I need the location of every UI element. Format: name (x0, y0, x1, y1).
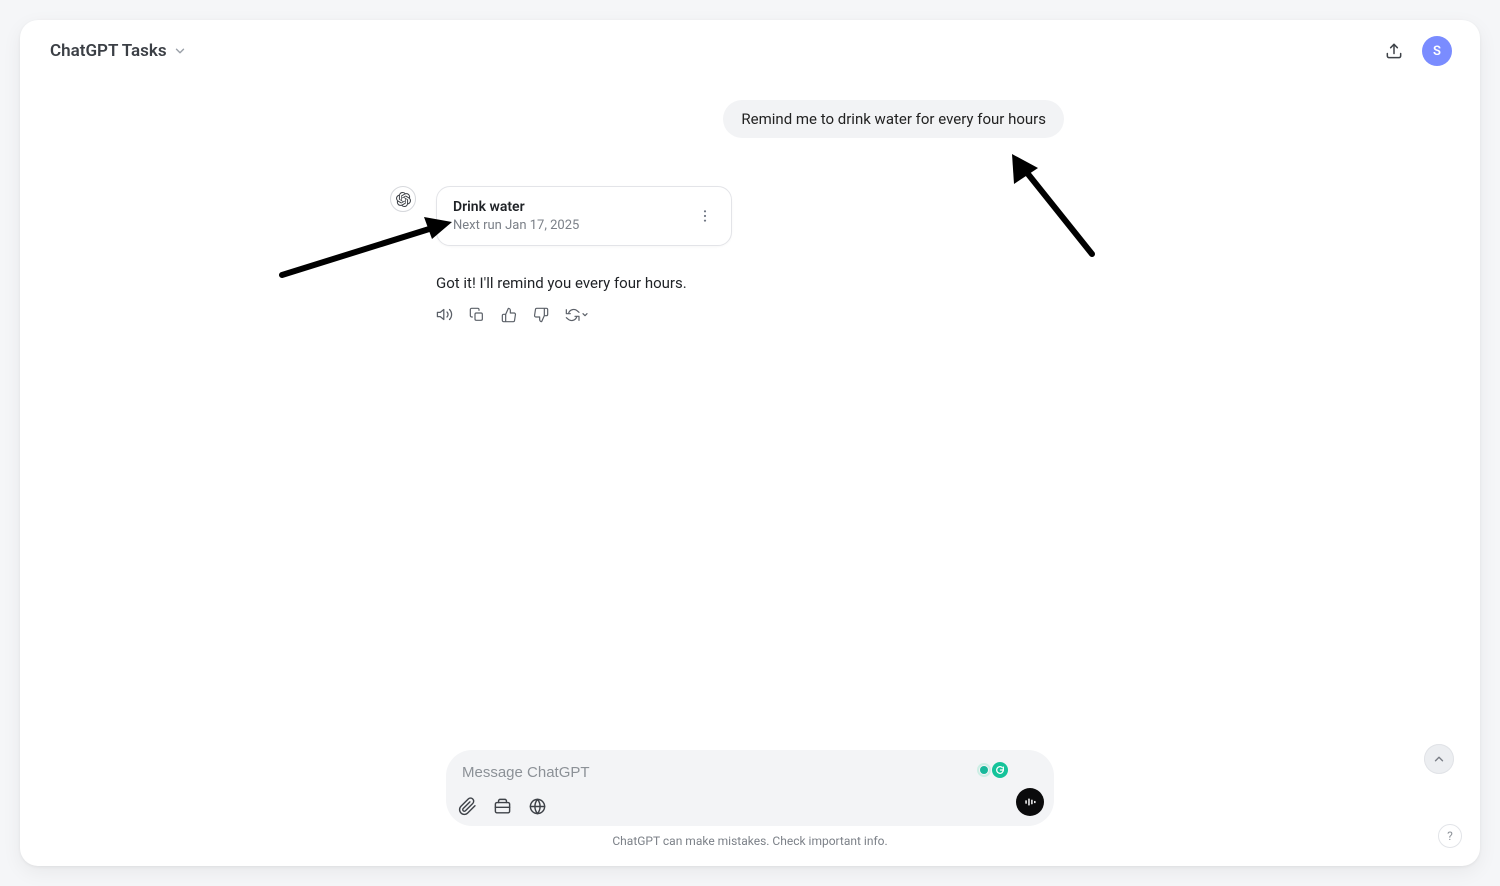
disclaimer-text: ChatGPT can make mistakes. Check importa… (612, 834, 887, 848)
kebab-icon[interactable] (695, 204, 715, 228)
share-icon[interactable] (1384, 41, 1404, 61)
assistant-message-text: Got it! I'll remind you every four hours… (436, 274, 1064, 292)
composer[interactable] (446, 750, 1054, 826)
message-input[interactable] (462, 762, 924, 783)
app-shell: ChatGPT Tasks S (20, 20, 1480, 866)
model-switcher[interactable]: ChatGPT Tasks (48, 35, 189, 67)
header-actions: S (1384, 36, 1452, 66)
header: ChatGPT Tasks S (20, 20, 1480, 82)
regenerate-icon[interactable] (565, 306, 589, 323)
composer-tools (458, 797, 547, 816)
user-message-row: Remind me to drink water for every four … (436, 100, 1064, 138)
task-card-text: Drink water Next run Jan 17, 2025 (453, 199, 579, 233)
message-actions (436, 306, 1064, 323)
chat-area: Remind me to drink water for every four … (20, 90, 1480, 746)
avatar-letter: S (1433, 44, 1441, 59)
chevron-down-icon (173, 44, 187, 58)
model-name: ChatGPT Tasks (50, 41, 167, 61)
user-message-text: Remind me to drink water for every four … (741, 110, 1046, 128)
thumbs-up-icon[interactable] (501, 306, 517, 323)
task-card[interactable]: Drink water Next run Jan 17, 2025 (436, 186, 732, 246)
avatar[interactable]: S (1422, 36, 1452, 66)
task-title: Drink water (453, 199, 579, 215)
tools-icon[interactable] (493, 797, 512, 816)
status-dot-icon (980, 766, 988, 774)
thumbs-down-icon[interactable] (533, 306, 549, 323)
assistant-message-row: Drink water Next run Jan 17, 2025 Got it… (390, 186, 1064, 323)
task-subtitle: Next run Jan 17, 2025 (453, 218, 579, 233)
copy-icon[interactable] (469, 306, 485, 323)
assistant-logo-icon (390, 186, 416, 212)
attach-icon[interactable] (458, 797, 477, 816)
read-aloud-icon[interactable] (436, 306, 453, 323)
grammarly-icon[interactable] (992, 762, 1008, 778)
composer-area: ChatGPT can make mistakes. Check importa… (20, 750, 1480, 848)
composer-badges (980, 762, 1008, 778)
globe-icon[interactable] (528, 797, 547, 816)
voice-send-button[interactable] (1016, 788, 1044, 816)
user-message-bubble[interactable]: Remind me to drink water for every four … (723, 100, 1064, 138)
